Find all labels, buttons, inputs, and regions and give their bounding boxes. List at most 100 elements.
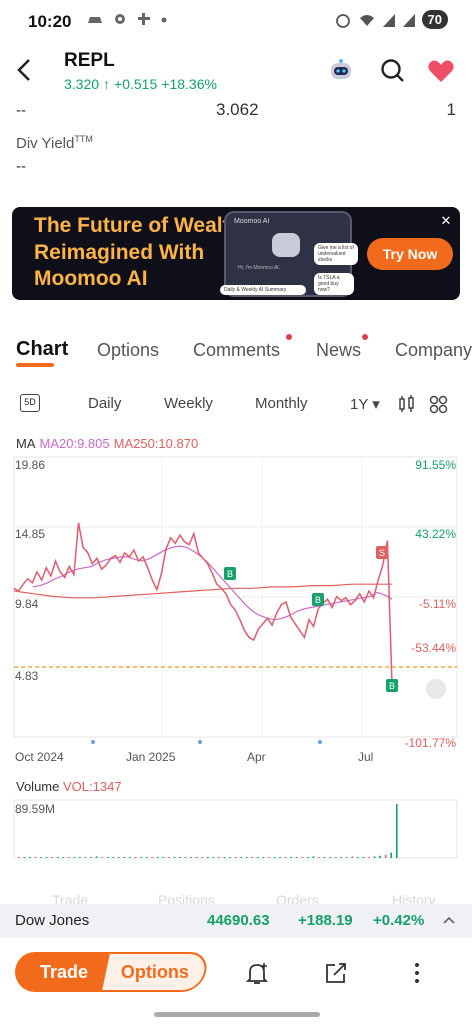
buy-marker[interactable]: B	[224, 567, 236, 580]
back-icon[interactable]	[12, 54, 36, 86]
y-label: 9.84	[15, 597, 39, 611]
volume-bar	[279, 857, 281, 858]
share-icon[interactable]	[323, 960, 349, 986]
svg-text:B: B	[227, 569, 233, 579]
volume-bar	[101, 857, 103, 858]
volume-bar	[106, 857, 109, 858]
x-label: Jan 2025	[126, 750, 176, 764]
close-icon[interactable]: ✕	[438, 213, 454, 229]
volume-bar	[79, 857, 81, 858]
ma250-series-line	[13, 583, 392, 599]
div-yield-label: Div YieldTTM	[16, 134, 93, 152]
buy-marker[interactable]: B	[386, 679, 398, 692]
volume-bar	[368, 856, 370, 858]
tab-company[interactable]: Company	[395, 340, 472, 361]
range-daily[interactable]: Daily	[88, 395, 121, 412]
ai-bot-icon[interactable]	[326, 56, 356, 86]
stat-value-mid: 3.062	[216, 100, 259, 119]
promo-banner[interactable]: The Future of Wealth, Reimagined With Mo…	[12, 207, 460, 300]
more-options-icon[interactable]	[404, 960, 430, 986]
try-now-button[interactable]: Try Now	[367, 238, 453, 270]
trade-button[interactable]: Trade	[15, 952, 113, 992]
buy-marker[interactable]: B	[312, 593, 324, 606]
volume-bar	[307, 856, 309, 858]
search-icon[interactable]	[378, 56, 408, 86]
dot-icon	[161, 17, 167, 23]
volume-bar	[273, 857, 276, 858]
alert-bell-icon[interactable]	[244, 960, 270, 986]
volume-bar	[268, 857, 270, 858]
y-label: 14.85	[15, 527, 45, 541]
volume-bar	[56, 856, 59, 858]
volume-bar	[29, 857, 31, 858]
candle-type-icon[interactable]	[396, 394, 418, 414]
volume-bar	[240, 857, 242, 858]
last-price: 3.320	[64, 76, 100, 92]
bot-icon	[272, 233, 300, 257]
volume-bars	[18, 804, 398, 858]
svg-text:S: S	[379, 548, 385, 558]
ma250-value: MA250:10.870	[113, 436, 199, 451]
tab-news[interactable]: News	[316, 340, 361, 361]
five-day-button[interactable]: 5D	[20, 394, 40, 412]
grid-layout-icon[interactable]	[428, 394, 450, 414]
volume-bar	[312, 856, 315, 858]
index-ticker[interactable]: Dow Jones 44690.63 +188.19 +0.42%	[0, 904, 472, 938]
volume-bar	[140, 857, 142, 858]
volume-bar	[45, 857, 48, 858]
ma-label: MA	[16, 436, 36, 451]
tab-chart[interactable]: Chart	[16, 338, 68, 361]
volume-bar	[262, 857, 265, 858]
range-monthly[interactable]: Monthly	[255, 395, 308, 412]
volume-bar	[318, 857, 320, 858]
volume-bar	[334, 857, 337, 858]
tab-options[interactable]: Options	[97, 340, 159, 361]
index-value: 44690.63	[207, 912, 270, 929]
stat-value-right: 1	[446, 100, 456, 119]
volume-bar	[62, 857, 65, 858]
volume-bar	[151, 857, 153, 858]
range-weekly[interactable]: Weekly	[164, 395, 213, 412]
tab-comments[interactable]: Comments	[193, 340, 280, 361]
gear-icon	[115, 14, 125, 24]
volume-chart[interactable]: 89.59M	[0, 796, 472, 866]
chevron-up-icon[interactable]	[442, 914, 456, 928]
favorite-heart-icon[interactable]	[426, 56, 456, 86]
home-indicator[interactable]	[154, 1012, 320, 1017]
volume-bar	[290, 856, 292, 858]
active-tab-indicator	[16, 363, 54, 367]
volume-max-label: 89.59M	[15, 802, 55, 816]
price-chart[interactable]: 19.86 14.85 9.84 4.83 91.55% 43.22% -5.1…	[0, 455, 472, 775]
volume-bar	[245, 856, 248, 858]
sell-marker[interactable]: S	[376, 546, 388, 559]
volume-bar	[373, 856, 376, 858]
battery-indicator: 70	[421, 10, 448, 29]
volume-bar	[323, 857, 326, 858]
status-bar: 10:20 70	[0, 0, 472, 44]
bottom-action-bar: Trade Options	[0, 946, 472, 998]
price-change: +0.515	[114, 76, 158, 92]
volume-bar	[118, 857, 120, 858]
volume-bar	[351, 856, 354, 858]
index-change: +188.19	[298, 912, 353, 929]
ticker-symbol: REPL	[64, 50, 115, 71]
volume-bar	[234, 857, 237, 858]
alarm-icon	[335, 13, 350, 28]
key-stats: -- 3.062 1 Div YieldTTM --	[0, 100, 472, 190]
volume-bar	[179, 857, 181, 858]
range-1y-dropdown[interactable]: 1Y ▾	[350, 395, 380, 413]
crosshair-icon[interactable]	[426, 679, 446, 699]
volume-bar	[68, 857, 70, 858]
volume-bar	[195, 857, 198, 858]
options-button[interactable]: Options	[99, 952, 211, 992]
volume-bar	[301, 857, 304, 858]
volume-bar	[384, 854, 387, 858]
volume-bar	[40, 857, 42, 858]
event-dot[interactable]	[91, 740, 95, 744]
section-tabs: Chart Options Comments News Company	[0, 334, 472, 374]
event-dot[interactable]	[318, 740, 322, 744]
event-dot[interactable]	[198, 740, 202, 744]
volume-bar	[173, 857, 176, 858]
pct-label: -53.44%	[411, 641, 456, 655]
chart-range-bar: 5D Daily Weekly Monthly 1Y ▾	[0, 392, 472, 418]
